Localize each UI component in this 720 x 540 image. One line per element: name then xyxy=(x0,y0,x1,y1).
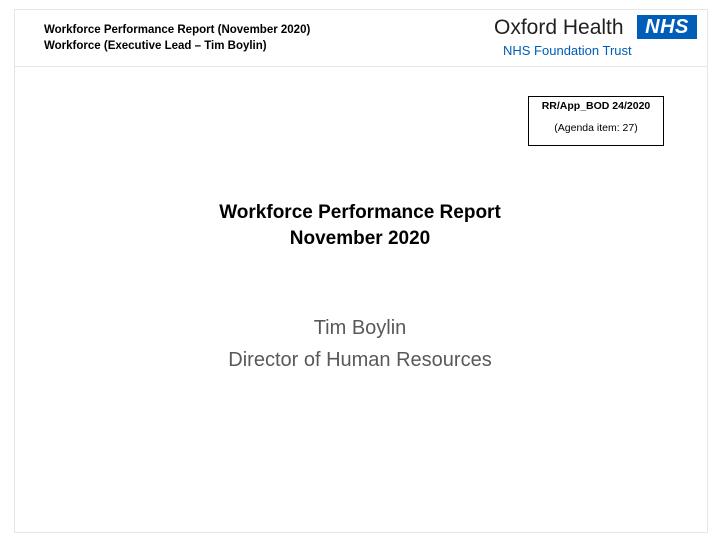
nhs-logo-mark: NHS xyxy=(637,15,697,39)
title-line-1: Workforce Performance Report xyxy=(219,202,501,223)
header-divider xyxy=(14,66,708,67)
slide-frame xyxy=(14,9,708,533)
header-executive-lead: Workforce (Executive Lead – Tim Boylin) xyxy=(44,40,267,52)
slide-title: Workforce Performance Report November 20… xyxy=(0,200,720,252)
agenda-item: (Agenda item: 27) xyxy=(554,122,638,134)
logo-organisation-name: Oxford Health xyxy=(494,16,624,39)
presenter-block: Tim Boylin Director of Human Resources xyxy=(0,312,720,376)
header-report-title: Workforce Performance Report (November 2… xyxy=(44,24,311,36)
reference-code: RR/App_BOD 24/2020 xyxy=(541,100,651,112)
logo-trust-name: NHS Foundation Trust xyxy=(503,43,632,58)
reference-box: RR/App_BOD 24/2020 (Agenda item: 27) xyxy=(528,96,664,146)
oxford-health-logo: Oxford Health NHS NHS Foundation Trust xyxy=(494,14,700,60)
presenter-role: Director of Human Resources xyxy=(228,349,492,371)
title-line-2: November 2020 xyxy=(289,228,431,249)
header-text: Workforce Performance Report (November 2… xyxy=(44,22,310,54)
presenter-name: Tim Boylin xyxy=(313,317,407,339)
